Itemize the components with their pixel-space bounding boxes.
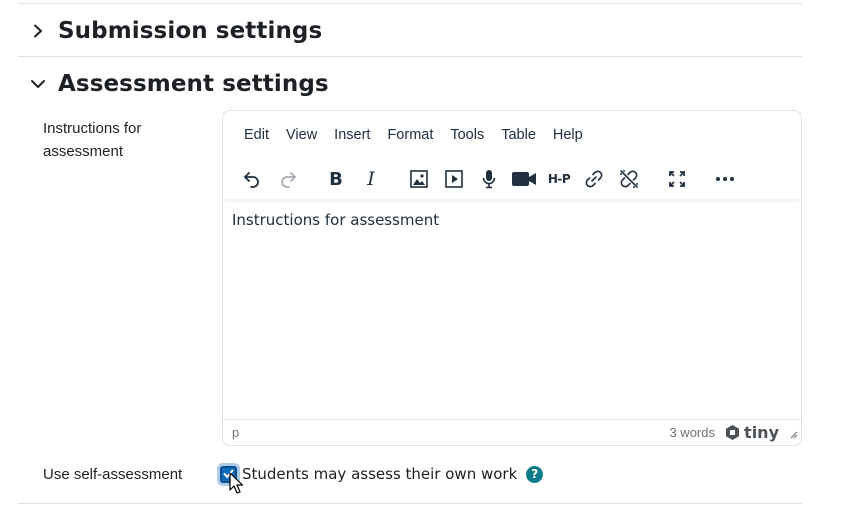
fullscreen-icon[interactable] bbox=[660, 163, 694, 195]
word-count[interactable]: 3 words bbox=[669, 425, 715, 440]
instructions-label: Instructions for assessment bbox=[43, 117, 208, 163]
section-title[interactable]: Assessment settings bbox=[58, 71, 329, 97]
record-video-icon[interactable] bbox=[507, 163, 541, 195]
image-icon[interactable] bbox=[402, 163, 436, 195]
editor-content-area[interactable]: Instructions for assessment bbox=[223, 201, 801, 421]
menu-edit[interactable]: Edit bbox=[236, 122, 277, 148]
editor-paragraph[interactable]: Instructions for assessment bbox=[232, 209, 792, 231]
menu-format[interactable]: Format bbox=[379, 122, 441, 148]
tiny-brand-text: tiny bbox=[744, 423, 779, 442]
record-audio-icon[interactable] bbox=[472, 163, 506, 195]
redo-icon[interactable] bbox=[271, 163, 305, 195]
menu-view[interactable]: View bbox=[278, 122, 325, 148]
chevron-right-icon[interactable] bbox=[18, 24, 58, 38]
media-icon[interactable] bbox=[437, 163, 471, 195]
unlink-icon[interactable] bbox=[612, 163, 646, 195]
menu-help[interactable]: Help bbox=[545, 122, 591, 148]
bold-icon[interactable]: B bbox=[319, 163, 353, 195]
self-assessment-label: Use self-assessment bbox=[43, 466, 183, 483]
page: Submission settings Assessment settings … bbox=[0, 0, 850, 510]
menu-tools[interactable]: Tools bbox=[442, 122, 492, 148]
menu-insert[interactable]: Insert bbox=[326, 122, 378, 148]
menu-table[interactable]: Table bbox=[493, 122, 544, 148]
more-icon[interactable] bbox=[708, 163, 742, 195]
element-path[interactable]: p bbox=[232, 425, 239, 440]
divider bbox=[18, 503, 802, 504]
self-assessment-row: Students may assess their own work ? bbox=[220, 463, 544, 485]
mouse-cursor-icon bbox=[229, 472, 244, 494]
section-assessment-settings[interactable]: Assessment settings bbox=[18, 59, 802, 109]
divider bbox=[18, 3, 802, 4]
link-icon[interactable] bbox=[577, 163, 611, 195]
rich-text-editor: Edit View Insert Format Tools Table Help… bbox=[222, 110, 802, 446]
chevron-down-icon[interactable] bbox=[18, 77, 58, 91]
undo-icon[interactable] bbox=[235, 163, 269, 195]
tiny-logo-icon bbox=[726, 425, 740, 440]
section-title[interactable]: Submission settings bbox=[58, 18, 322, 44]
tiny-brand-link[interactable]: tiny bbox=[724, 423, 779, 442]
italic-icon[interactable]: I bbox=[354, 163, 388, 195]
editor-menubar: Edit View Insert Format Tools Table Help bbox=[223, 111, 801, 159]
resize-handle-icon[interactable] bbox=[788, 427, 798, 442]
label-line: assessment bbox=[43, 143, 124, 160]
editor-toolbar: B I H-P bbox=[223, 159, 801, 199]
self-assessment-checkbox-label[interactable]: Students may assess their own work bbox=[242, 465, 517, 483]
section-submission-settings[interactable]: Submission settings bbox=[18, 6, 802, 56]
divider bbox=[18, 56, 802, 57]
h5p-icon[interactable]: H-P bbox=[542, 163, 576, 195]
label-line: Instructions for bbox=[43, 120, 142, 137]
editor-statusbar: p 3 words tiny bbox=[223, 419, 801, 445]
help-icon[interactable]: ? bbox=[526, 465, 544, 483]
